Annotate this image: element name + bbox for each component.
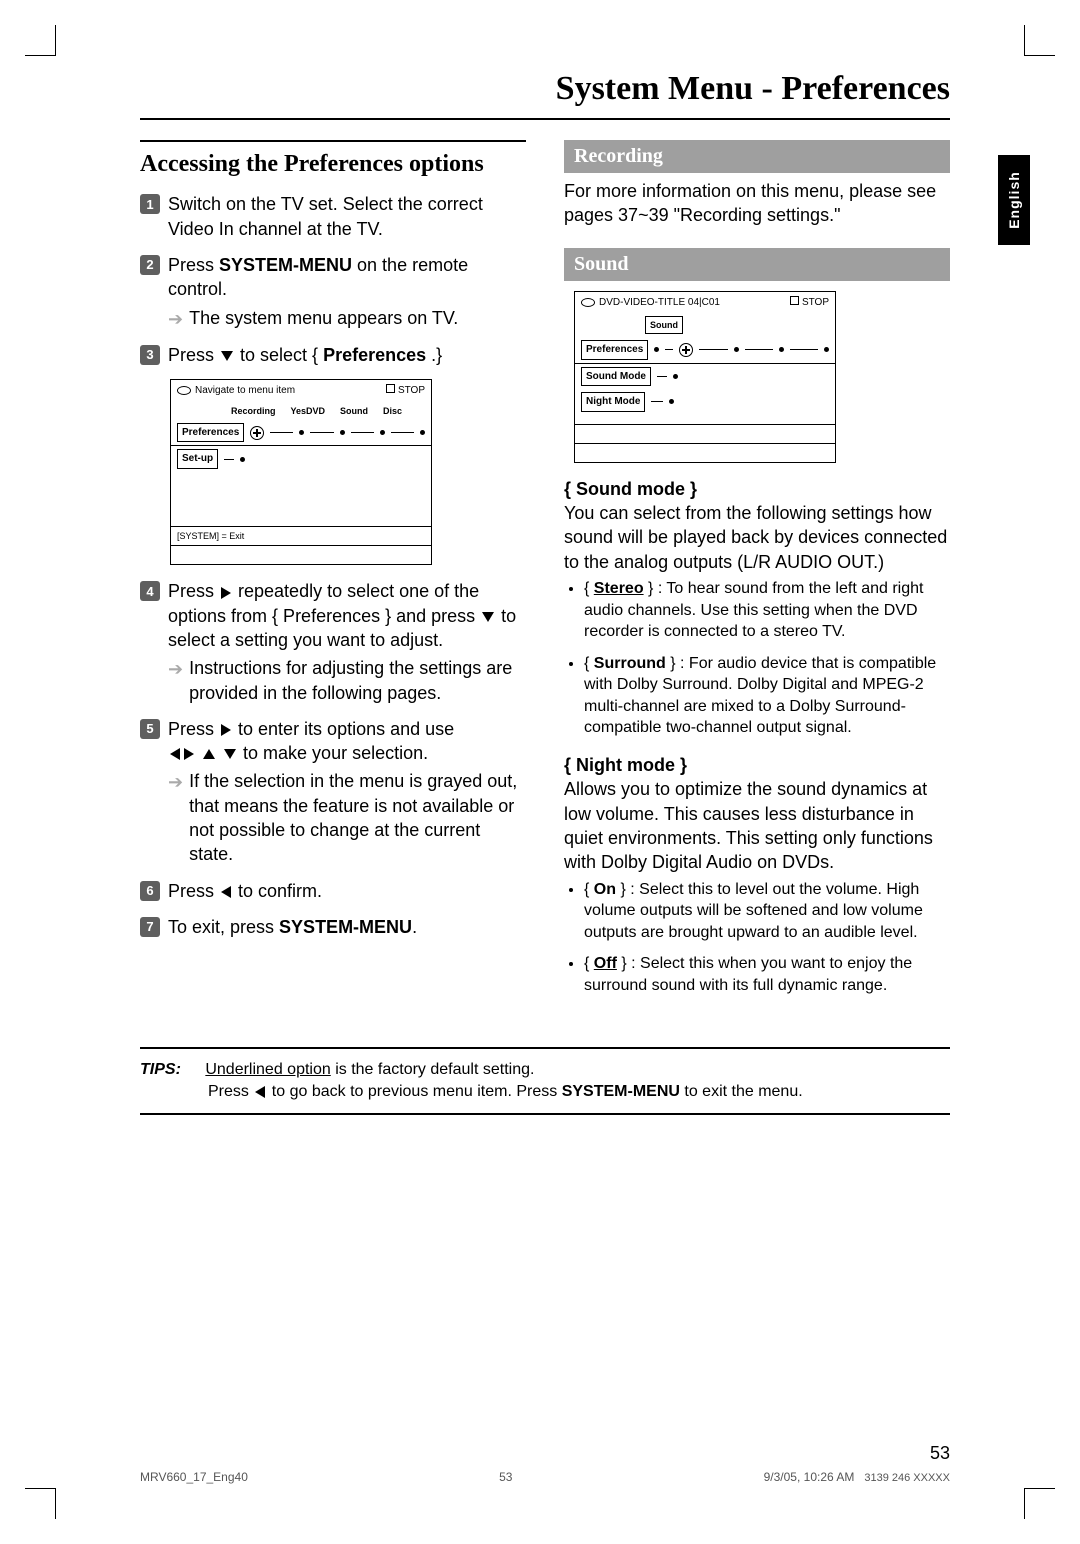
- step-text: Press to confirm.: [168, 879, 526, 903]
- night-mode-options: { On } : Select this to level out the vo…: [564, 879, 950, 997]
- page-content: English System Menu - Preferences Access…: [140, 70, 950, 1434]
- sound-mode-text: You can select from the following settin…: [564, 501, 950, 574]
- section-heading: Accessing the Preferences options: [140, 140, 526, 180]
- step-number-7: 7: [140, 917, 160, 937]
- subsection-recording: Recording: [564, 140, 950, 173]
- step-number-4: 4: [140, 581, 160, 601]
- result-arrow-icon: ➔: [168, 307, 183, 331]
- list-item: { Surround } : For audio device that is …: [584, 653, 950, 739]
- step-text: Press to select { Preferences .}: [168, 343, 526, 367]
- night-mode-heading: { Night mode }: [564, 753, 950, 777]
- crop-mark: [1024, 1488, 1055, 1519]
- crop-mark: [1024, 25, 1055, 56]
- right-triangle-icon: [221, 587, 231, 599]
- left-triangle-icon: [170, 748, 180, 760]
- language-tab: English: [998, 155, 1030, 245]
- down-triangle-icon: [221, 351, 233, 361]
- osd-screenshot-sound: DVD-VIDEO-TITLE 04|C01 STOP Sound Prefer…: [574, 291, 836, 463]
- left-triangle-icon: [255, 1086, 265, 1098]
- step-number-1: 1: [140, 194, 160, 214]
- step-text: Switch on the TV set. Select the correct…: [168, 192, 526, 241]
- down-triangle-icon: [482, 612, 494, 622]
- page-title: System Menu - Preferences: [140, 70, 950, 120]
- list-item: { Off } : Select this when you want to e…: [584, 953, 950, 996]
- page-number: 53: [930, 1443, 950, 1464]
- left-column: Accessing the Preferences options 1 Swit…: [140, 140, 526, 1007]
- left-triangle-icon: [221, 886, 231, 898]
- step-text: Press to enter its options and use to ma…: [168, 717, 526, 867]
- print-footer: MRV660_17_Eng40 53 9/3/05, 10:26 AM 3139…: [140, 1470, 950, 1484]
- step-number-5: 5: [140, 719, 160, 739]
- step-number-3: 3: [140, 345, 160, 365]
- right-triangle-icon: [221, 724, 231, 736]
- step-text: Press repeatedly to select one of the op…: [168, 579, 526, 704]
- right-triangle-icon: [184, 748, 194, 760]
- step-text: Press SYSTEM-MENU on the remote control.…: [168, 253, 526, 331]
- sound-mode-options: { Stereo } : To hear sound from the left…: [564, 578, 950, 739]
- step-number-2: 2: [140, 255, 160, 275]
- step-number-6: 6: [140, 881, 160, 901]
- tips-box: TIPS: Underlined option is the factory d…: [140, 1047, 950, 1116]
- right-column: Recording For more information on this m…: [564, 140, 950, 1007]
- night-mode-text: Allows you to optimize the sound dynamic…: [564, 777, 950, 874]
- result-arrow-icon: ➔: [168, 657, 183, 681]
- osd-screenshot-preferences: Navigate to menu item STOP Recording Yes…: [170, 379, 432, 565]
- crop-mark: [25, 25, 56, 56]
- recording-text: For more information on this menu, pleas…: [564, 179, 950, 228]
- list-item: { On } : Select this to level out the vo…: [584, 879, 950, 944]
- sound-mode-heading: { Sound mode }: [564, 477, 950, 501]
- list-item: { Stereo } : To hear sound from the left…: [584, 578, 950, 643]
- result-arrow-icon: ➔: [168, 770, 183, 794]
- down-triangle-icon: [224, 749, 236, 759]
- step-text: To exit, press SYSTEM-MENU.: [168, 915, 526, 939]
- crop-mark: [25, 1488, 56, 1519]
- subsection-sound: Sound: [564, 248, 950, 281]
- up-triangle-icon: [203, 749, 215, 759]
